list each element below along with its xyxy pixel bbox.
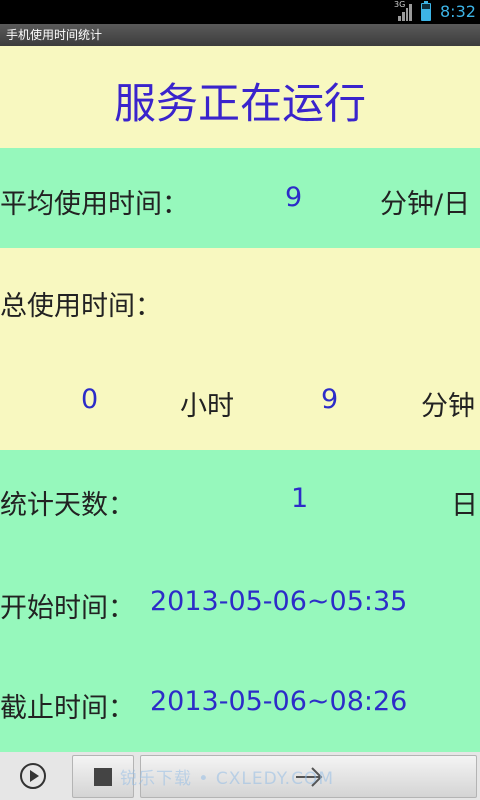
signal-icon	[398, 3, 412, 21]
start-time-value: 2013-05-06~05:35	[150, 586, 408, 617]
days-count-unit: 日	[451, 490, 478, 521]
total-minutes-unit: 分钟	[421, 391, 475, 422]
days-count-value: 1	[291, 483, 309, 514]
play-button[interactable]	[18, 761, 48, 791]
total-usage-label: 总使用时间：	[0, 291, 162, 322]
app-title-bar: 手机使用时间统计	[0, 24, 480, 46]
total-hours-value: 0	[81, 384, 99, 415]
watermark-text: 锐乐下载 • CXLEDY.COM	[120, 769, 334, 789]
total-minutes-value: 9	[321, 384, 339, 415]
end-time-label: 截止时间：	[0, 693, 135, 724]
play-icon	[20, 763, 46, 789]
service-status-band: 服务正在运行	[0, 46, 480, 148]
average-usage-label: 平均使用时间：	[0, 189, 189, 220]
average-usage-unit: 分钟/日	[380, 189, 471, 220]
stats-panel: 服务正在运行 平均使用时间： 9 分钟/日 总使用时间： 0 小时 9 分钟 统…	[0, 46, 480, 752]
status-clock: 8:32	[440, 2, 476, 21]
days-count-label: 统计天数：	[0, 490, 135, 521]
period-section: 统计天数： 1 日 开始时间： 2013-05-06~05:35 截止时间： 2…	[0, 450, 480, 752]
bottom-toolbar: 锐乐下载 • CXLEDY.COM	[0, 752, 480, 800]
total-hours-unit: 小时	[180, 391, 234, 422]
start-time-label: 开始时间：	[0, 593, 135, 624]
status-bar: 3G 8:32	[0, 0, 480, 24]
total-usage-row: 总使用时间： 0 小时 9 分钟	[0, 248, 480, 450]
average-usage-value: 9	[285, 182, 303, 213]
average-usage-row: 平均使用时间： 9 分钟/日	[0, 148, 480, 248]
end-time-value: 2013-05-06~08:26	[150, 686, 408, 717]
service-status-text: 服务正在运行	[113, 79, 366, 128]
app-screen: 3G 8:32 手机使用时间统计 服务正在运行 平均使用时间： 9 分钟/日 总…	[0, 0, 480, 800]
app-title: 手机使用时间统计	[6, 28, 103, 42]
battery-icon	[421, 1, 431, 21]
